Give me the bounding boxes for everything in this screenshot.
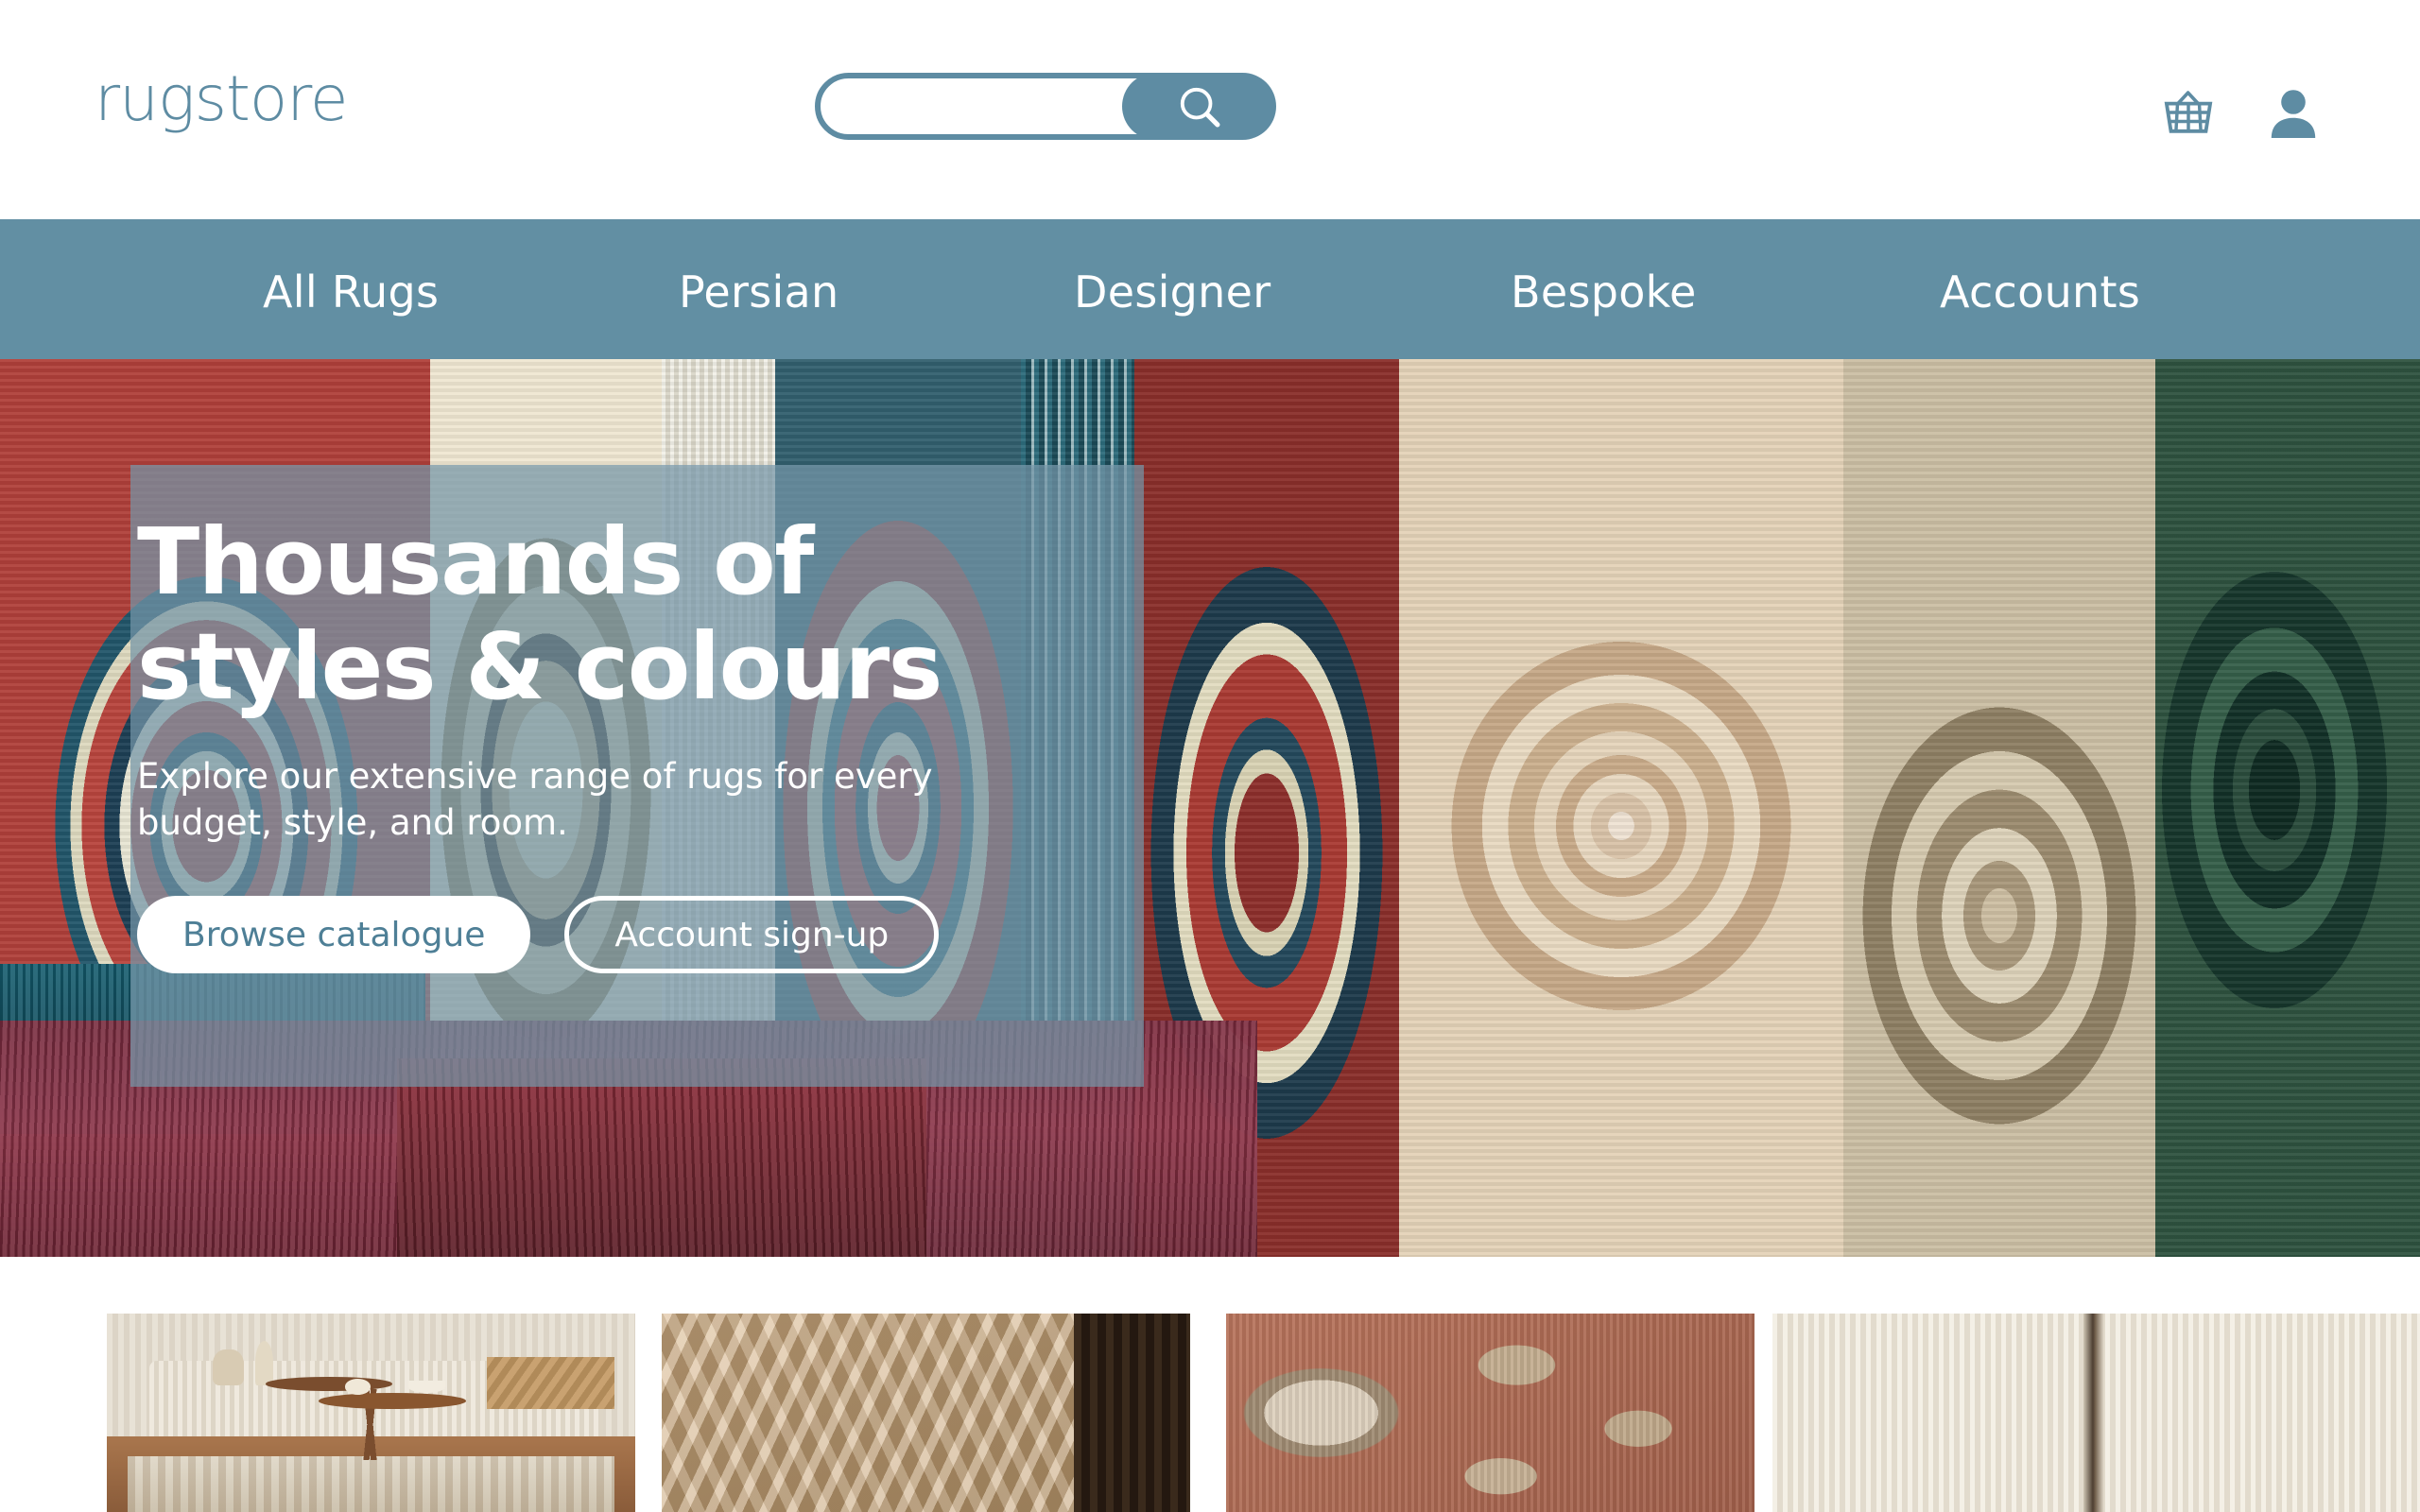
rug-texture-band bbox=[397, 1058, 926, 1257]
wood-panel-backdrop bbox=[1074, 1314, 1190, 1512]
basket-icon bbox=[2164, 91, 2213, 133]
chunky-knit-image bbox=[662, 1314, 1190, 1512]
side-table bbox=[265, 1377, 392, 1391]
thumbnail-living-room[interactable] bbox=[107, 1314, 635, 1512]
search-input[interactable] bbox=[841, 78, 1125, 132]
ribbed-texture-image bbox=[1772, 1314, 2420, 1512]
throw-blanket bbox=[487, 1357, 614, 1409]
nav-item-persian[interactable]: Persian bbox=[679, 266, 839, 318]
browse-catalogue-button[interactable]: Browse catalogue bbox=[137, 896, 531, 973]
product-thumbnail-strip bbox=[0, 1257, 2420, 1512]
account-icon-button[interactable] bbox=[2269, 87, 2318, 140]
account-signup-button[interactable]: Account sign-up bbox=[564, 896, 940, 973]
nav-item-accounts[interactable]: Accounts bbox=[1940, 266, 2140, 318]
hero-subtitle: Explore our extensive range of rugs for … bbox=[137, 756, 933, 843]
hero-cta-group: Browse catalogue Account sign-up bbox=[137, 896, 940, 973]
search-submit-button[interactable] bbox=[1122, 73, 1276, 140]
thumbnail-chunky-knit[interactable] bbox=[662, 1314, 1190, 1512]
nav-item-designer[interactable]: Designer bbox=[1074, 266, 1270, 318]
account-icon bbox=[2271, 90, 2316, 138]
thumbnail-ribbed-texture[interactable] bbox=[1772, 1314, 2420, 1512]
site-logo[interactable]: rugstore bbox=[95, 68, 349, 130]
hero-headline-line-1: Thousands of bbox=[137, 508, 814, 615]
living-room-image bbox=[107, 1314, 635, 1512]
hero-banner: Thousands of styles & colours Explore ou… bbox=[0, 359, 2420, 1257]
search-icon bbox=[1180, 87, 1219, 127]
hero-headline: Thousands of styles & colours bbox=[137, 508, 1045, 720]
nav-item-all-rugs[interactable]: All Rugs bbox=[263, 266, 439, 318]
page-root: rugstore All Rugs Persian Designer Bespo… bbox=[0, 0, 2420, 1512]
vase bbox=[254, 1341, 274, 1385]
vase bbox=[212, 1349, 245, 1385]
nav-item-bespoke[interactable]: Bespoke bbox=[1511, 266, 1697, 318]
rug-roll bbox=[1843, 359, 2155, 1257]
main-navigation: All Rugs Persian Designer Bespoke Accoun… bbox=[0, 219, 2420, 359]
search-bar bbox=[815, 73, 1276, 140]
site-header: rugstore bbox=[0, 0, 2420, 219]
side-table bbox=[318, 1393, 467, 1409]
decor-bowl bbox=[407, 1381, 445, 1393]
persian-rug-image bbox=[1226, 1314, 1754, 1512]
hero-headline-line-2: styles & colours bbox=[137, 612, 942, 720]
basket-icon-button[interactable] bbox=[2163, 90, 2214, 137]
floor-rug bbox=[128, 1456, 614, 1512]
rug-roll bbox=[2155, 359, 2420, 1257]
thumbnail-persian-rug[interactable] bbox=[1226, 1314, 1754, 1512]
rug-roll bbox=[1399, 359, 1843, 1257]
fabric-seam bbox=[2083, 1314, 2104, 1512]
